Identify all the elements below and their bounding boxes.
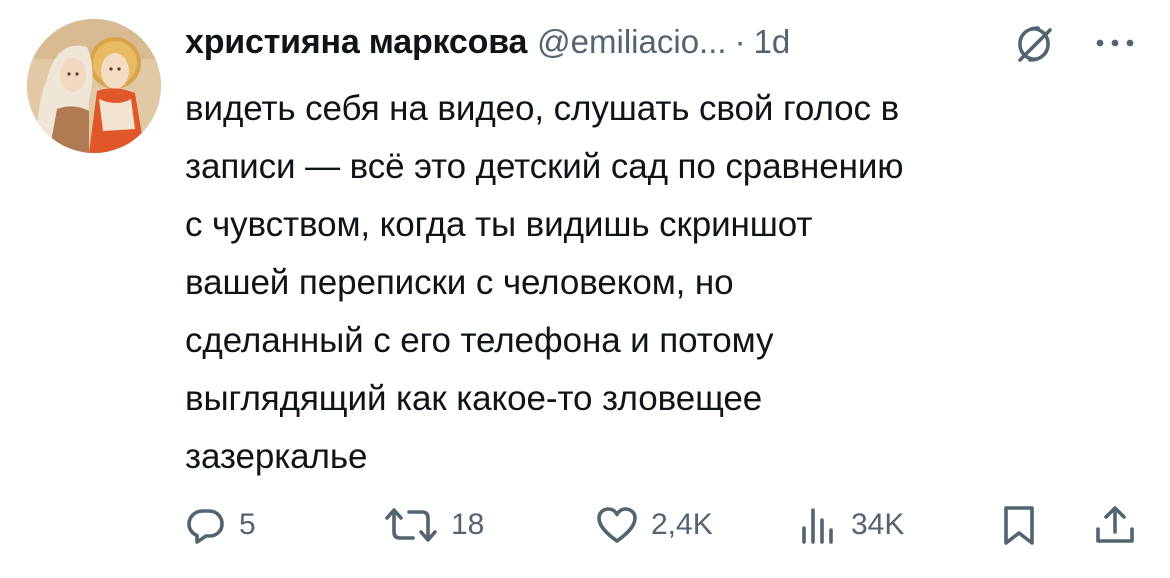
bookmark-icon (999, 503, 1039, 547)
tweet[interactable]: християна марксова @emiliacio... · 1d ви… (0, 0, 1170, 578)
more-icon[interactable] (1090, 28, 1140, 58)
reply-icon (185, 504, 227, 546)
grok-icon[interactable] (1012, 22, 1056, 66)
views-icon (797, 504, 839, 546)
views-button[interactable]: 34K (797, 497, 904, 553)
reply-count: 5 (239, 508, 256, 541)
like-button[interactable]: 2,4K (595, 497, 713, 553)
separator-dot: · (734, 23, 746, 60)
author-display-name[interactable]: християна марксова (185, 23, 527, 62)
share-button[interactable] (1093, 497, 1137, 553)
tweet-text: видеть себя на видео, слушать свой голос… (185, 89, 904, 476)
repost-count: 18 (451, 508, 485, 541)
avatar[interactable] (27, 19, 161, 153)
like-count: 2,4K (651, 508, 713, 541)
tweet-timestamp[interactable]: 1d (754, 23, 791, 61)
views-count: 34K (851, 508, 905, 541)
repost-button[interactable]: 18 (383, 497, 484, 553)
tweet-actions: 5 18 2,4K 34K (185, 497, 1145, 553)
repost-icon (383, 504, 439, 546)
reply-button[interactable]: 5 (185, 497, 256, 553)
tweet-header: християна марксова @emiliacio... · 1d (185, 18, 790, 66)
bookmark-button[interactable] (999, 497, 1039, 553)
author-handle[interactable]: @emiliacio... (537, 23, 726, 61)
heart-icon (595, 504, 639, 546)
share-icon (1093, 503, 1137, 547)
